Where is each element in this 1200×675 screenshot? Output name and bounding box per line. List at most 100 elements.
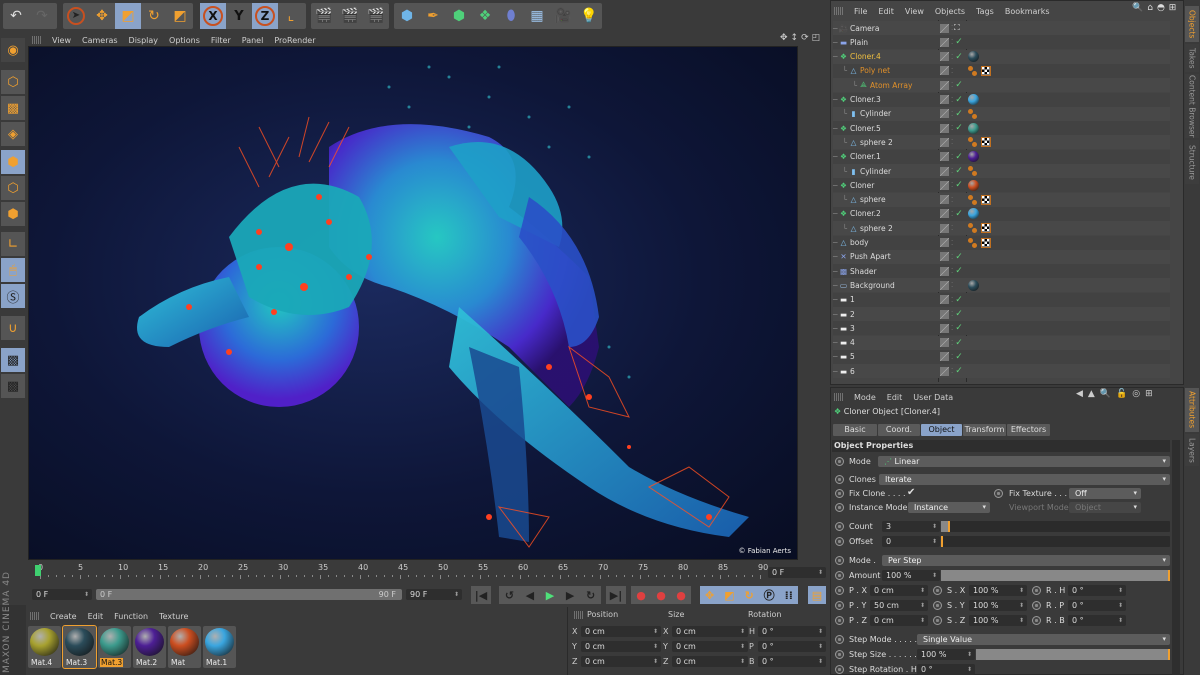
render-picture-viewer-icon[interactable]: 🎬	[337, 3, 363, 29]
visibility-dots-icon[interactable]: ⁚	[951, 339, 953, 347]
new-window-icon[interactable]: ⊞	[1145, 389, 1153, 399]
animate-scale-radio[interactable]	[933, 616, 942, 625]
scale-icon[interactable]: ◩	[115, 3, 141, 29]
subdivision-surface-icon[interactable]: ⬢	[446, 3, 472, 29]
scale-field[interactable]: 100 % ⬍	[969, 615, 1027, 626]
visibility-dots-icon[interactable]: ⁚	[951, 196, 953, 204]
menu-edit[interactable]: Edit	[878, 7, 894, 16]
clones-dropdown[interactable]: Iterate	[879, 474, 1170, 485]
rotation-field[interactable]: 0 ° ⬍	[758, 626, 826, 637]
undo-icon[interactable]: ↶	[3, 3, 29, 29]
animate-step-mode-radio[interactable]	[835, 635, 844, 644]
menu-edit[interactable]: Edit	[887, 393, 903, 402]
locked-workplane-icon[interactable]: ▩	[1, 348, 25, 372]
layer-icon[interactable]	[940, 352, 949, 362]
enabled-check-icon[interactable]: ✓	[955, 80, 963, 90]
material-item[interactable]: Mat.2	[133, 626, 166, 668]
visibility-dots-icon[interactable]: ⁚	[951, 153, 953, 161]
position-field[interactable]: 0 cm ⬍	[581, 641, 661, 652]
workplane-mode-icon[interactable]: ◈	[1, 122, 25, 146]
orbit-icon[interactable]: ⟳	[801, 33, 809, 43]
enabled-check-icon[interactable]: ✓	[955, 180, 963, 190]
layer-icon[interactable]	[940, 123, 949, 133]
enabled-check-icon[interactable]: ✓	[955, 123, 963, 133]
dolly-icon[interactable]: ↕	[791, 33, 799, 43]
tab-content-browser[interactable]: Content Browser	[1185, 74, 1199, 138]
target-icon[interactable]: ◎	[1132, 389, 1140, 399]
layer-icon[interactable]	[940, 280, 949, 290]
playhead[interactable]	[35, 565, 41, 576]
layer-icon[interactable]	[940, 309, 949, 319]
material-item[interactable]: Mat.3	[62, 625, 97, 669]
layer-icon[interactable]	[940, 209, 949, 219]
instance-mode-dropdown[interactable]: Instance	[908, 502, 990, 513]
cube-icon[interactable]: ⬢	[394, 3, 420, 29]
visibility-dots-icon[interactable]: ⁚	[951, 138, 953, 146]
fix-clone-checkbox[interactable]: ✔	[907, 487, 915, 498]
step-mode-dropdown[interactable]: Single Value	[917, 634, 1170, 645]
model-mode-icon[interactable]: ⬡	[1, 70, 25, 94]
position-field[interactable]: 0 cm ⬍	[870, 615, 928, 626]
animate-rotation-radio[interactable]	[1032, 586, 1041, 595]
animate-amount-radio[interactable]	[835, 571, 844, 580]
autokey-icon[interactable]: ●	[656, 589, 666, 602]
menu-function[interactable]: Function	[114, 612, 148, 621]
panel-grip[interactable]	[574, 611, 583, 619]
fix-texture-dropdown[interactable]: Off	[1069, 488, 1141, 499]
menu-file[interactable]: File	[854, 7, 867, 16]
new-window-icon[interactable]: ⊞	[1169, 3, 1177, 13]
tab-coord[interactable]: Coord.	[878, 424, 920, 436]
go-to-end-button[interactable]: ▶|	[606, 586, 626, 604]
rotation-field[interactable]: 0 ° ⬍	[758, 656, 826, 667]
tab-structure[interactable]: Structure	[1185, 140, 1199, 184]
amount-field[interactable]: 100 % ⬍	[882, 570, 940, 581]
last-tool-icon[interactable]: ◩	[167, 3, 193, 29]
scale-field[interactable]: 100 % ⬍	[969, 600, 1027, 611]
visibility-dots-icon[interactable]: ⁚	[951, 367, 953, 375]
layer-icon[interactable]	[940, 366, 949, 376]
layer-icon[interactable]	[940, 238, 949, 247]
viewport[interactable]: © Fabian Aerts	[28, 46, 798, 560]
vertex-map-tag-icon[interactable]	[968, 137, 978, 148]
visibility-dots-icon[interactable]: ⁚	[951, 267, 953, 275]
visibility-dots-icon[interactable]: ⁚	[951, 96, 953, 104]
animate-rotation-radio[interactable]	[1032, 601, 1041, 610]
enabled-check-icon[interactable]: ✓	[955, 295, 963, 305]
timeline-window-icon[interactable]: ▤	[808, 586, 826, 604]
up-icon[interactable]: ▲	[1088, 389, 1095, 399]
make-editable-icon[interactable]: ◉	[1, 38, 25, 62]
enabled-check-icon[interactable]: ✓	[955, 366, 963, 376]
menu-panel[interactable]: Panel	[242, 36, 264, 45]
visibility-dots-icon[interactable]: ⁚	[951, 296, 953, 304]
layer-icon[interactable]	[940, 295, 949, 305]
step-size-field[interactable]: 100 % ⬍	[917, 649, 975, 660]
enabled-check-icon[interactable]: ✓	[955, 95, 963, 105]
offset-field[interactable]: 0 ⬍	[882, 536, 940, 547]
previous-key-button[interactable]: ↺	[505, 589, 514, 602]
count-field[interactable]: 3 ⬍	[882, 521, 940, 532]
menu-view[interactable]: View	[52, 36, 71, 45]
visibility-dots-icon[interactable]: ⁚	[951, 53, 953, 61]
tab-transform[interactable]: Transform	[963, 424, 1006, 436]
visibility-dots-icon[interactable]: ⁚	[951, 110, 953, 118]
material-tag-icon[interactable]	[968, 94, 979, 105]
previous-frame-button[interactable]: ◀	[526, 589, 534, 602]
material-tag-icon[interactable]	[968, 208, 979, 220]
attribute-scrollbar[interactable]	[1172, 440, 1180, 675]
visibility-dots-icon[interactable]: ⁚	[951, 124, 953, 132]
home-icon[interactable]: ⌂	[1147, 3, 1153, 13]
menu-user-data[interactable]: User Data	[913, 393, 953, 402]
panel-grip[interactable]	[32, 36, 41, 44]
visibility-dots-icon[interactable]: ⁚	[951, 324, 953, 332]
rotation-field[interactable]: 0 ° ⬍	[1068, 600, 1126, 611]
next-frame-button[interactable]: ▶	[566, 589, 574, 602]
render-view-icon[interactable]: 🎬	[311, 3, 337, 29]
menu-tags[interactable]: Tags	[976, 7, 994, 16]
rotation-field[interactable]: 0 ° ⬍	[758, 641, 826, 652]
start-frame-field[interactable]: 0 F ⬍	[32, 589, 92, 600]
texture-tag-icon[interactable]	[981, 194, 991, 205]
menu-create[interactable]: Create	[50, 612, 77, 621]
layer-icon[interactable]	[940, 180, 949, 190]
enabled-check-icon[interactable]: ✓	[955, 37, 963, 47]
material-item[interactable]: Mat.1	[203, 626, 236, 668]
